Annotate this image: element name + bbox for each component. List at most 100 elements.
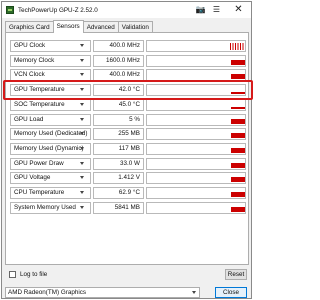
sensor-graph	[146, 98, 246, 111]
camera-icon[interactable]: 📷	[194, 4, 207, 16]
sensor-name-dropdown[interactable]: VCN Clock	[10, 69, 91, 82]
sensor-name-dropdown[interactable]: CPU Temperature	[10, 187, 91, 199]
sensor-row: System Memory Used 5841 MB	[10, 201, 246, 214]
graph-fill	[231, 133, 245, 139]
chevron-down-icon	[80, 191, 84, 194]
graph-fill	[231, 59, 245, 65]
gpu-select[interactable]: AMD Radeon(TM) Graphics	[5, 287, 200, 298]
chevron-down-icon	[80, 102, 84, 106]
gpu-z-window: TechPowerUp GPU-Z 2.52.0 📷 ☰ ✕ Graphics …	[1, 1, 253, 299]
sensor-graph	[146, 40, 246, 52]
sensor-row: Memory Used (Dynamic) 117 MB	[10, 142, 246, 155]
sensor-graph	[146, 84, 246, 97]
sensor-name-dropdown[interactable]: SOC Temperature	[10, 98, 91, 111]
sensor-value: 400.0 MHz	[93, 40, 144, 52]
chevron-down-icon	[80, 176, 84, 180]
gpu-select-value: AMD Radeon(TM) Graphics	[8, 289, 87, 296]
log-to-file-label: Log to file	[20, 271, 48, 278]
graph-fill	[231, 206, 245, 212]
footer: AMD Radeon(TM) Graphics Close	[5, 287, 249, 298]
graph-fill	[231, 74, 245, 80]
chevron-down-icon	[80, 58, 84, 62]
sensor-name: Memory Used (Dedicated)	[14, 130, 88, 138]
title-bar: TechPowerUp GPU-Z 2.52.0 📷 ☰ ✕	[2, 2, 251, 18]
hamburger-icon[interactable]: ☰	[210, 4, 223, 16]
sensor-value: 5841 MB	[93, 201, 144, 214]
sensor-name-dropdown[interactable]: GPU Voltage	[10, 172, 91, 185]
chevron-down-icon	[80, 161, 84, 165]
sensor-name: Memory Used (Dynamic)	[14, 144, 84, 152]
graph-fill	[231, 92, 245, 95]
graph-fill	[231, 177, 245, 183]
graph-fill	[231, 147, 245, 153]
sensor-graph	[146, 172, 246, 185]
sensor-row: GPU Voltage 1.412 V	[10, 172, 246, 185]
sensor-row: Memory Clock 1600.0 MHz	[10, 54, 246, 67]
sensor-graph	[146, 157, 246, 170]
window-title: TechPowerUp GPU-Z 2.52.0	[18, 7, 98, 14]
sensor-name-dropdown[interactable]: GPU Clock	[10, 40, 91, 52]
sensor-name-dropdown[interactable]: Memory Used (Dynamic)	[10, 142, 91, 155]
sensor-name-dropdown[interactable]: GPU Load	[10, 113, 91, 126]
chevron-down-icon	[80, 44, 84, 47]
sensor-row: SOC Temperature 45.0 °C	[10, 98, 246, 111]
sensor-value: 117 MB	[93, 142, 144, 155]
sensor-graph	[146, 128, 246, 141]
sensor-value: 1.412 V	[93, 172, 144, 185]
sensor-value: 1600.0 MHz	[93, 54, 144, 67]
chevron-down-icon	[80, 146, 84, 150]
graph-fill	[231, 162, 245, 168]
chevron-down-icon	[80, 88, 84, 92]
sensor-name: SOC Temperature	[14, 100, 65, 108]
sensor-value: 45.0 °C	[93, 98, 144, 111]
sensor-graph	[146, 187, 246, 199]
bottom-bar: Log to file Reset	[5, 269, 249, 281]
sensor-name: VCN Clock	[14, 71, 45, 79]
tab-sensors[interactable]: Sensors	[52, 20, 84, 33]
sensor-row: GPU Power Draw 33.0 W	[10, 157, 246, 170]
sensor-graph	[146, 201, 246, 214]
graph-fill	[231, 192, 245, 197]
sensor-value: 255 MB	[93, 128, 144, 141]
sensor-name: GPU Clock	[14, 42, 46, 49]
graph-fill	[231, 118, 245, 124]
sensor-name: Memory Clock	[14, 56, 55, 64]
sensor-row: GPU Clock 400.0 MHz	[10, 40, 246, 52]
sensor-value: 62.9 °C	[93, 187, 144, 199]
chevron-down-icon	[80, 205, 84, 209]
sensor-name: CPU Temperature	[14, 189, 65, 196]
sensor-value: 33.0 W	[93, 157, 144, 170]
sensor-value: 5 %	[93, 113, 144, 126]
close-icon[interactable]: ✕	[232, 4, 245, 16]
chevron-down-icon	[80, 73, 84, 77]
sensors-panel: GPU Clock 400.0 MHz Memory Clock 1600.0 MHz…	[5, 32, 249, 265]
sensor-graph	[146, 113, 246, 126]
sensor-graph	[146, 142, 246, 155]
sensor-name-dropdown[interactable]: GPU Temperature	[10, 84, 91, 97]
sensor-row: GPU Temperature 42.0 °C	[10, 84, 246, 97]
graph-fill	[231, 106, 245, 109]
sensor-row: Memory Used (Dedicated) 255 MB	[10, 128, 246, 141]
chevron-down-icon	[80, 132, 84, 136]
sensor-name: GPU Power Draw	[14, 159, 64, 167]
gpu-z-icon	[6, 6, 14, 14]
sensor-row: CPU Temperature 62.9 °C	[10, 187, 246, 199]
sensor-value: 42.0 °C	[93, 84, 144, 97]
sensor-graph	[146, 54, 246, 67]
sensor-name: System Memory Used	[14, 203, 76, 211]
sensor-name-dropdown[interactable]: Memory Clock	[10, 54, 91, 67]
sensor-name-dropdown[interactable]: GPU Power Draw	[10, 157, 91, 170]
chevron-down-icon	[80, 117, 84, 121]
sensor-graph	[146, 69, 246, 82]
graph-bars	[230, 43, 244, 50]
sensor-name-dropdown[interactable]: Memory Used (Dedicated)	[10, 128, 91, 141]
close-button[interactable]: Close	[215, 287, 247, 298]
log-to-file-checkbox[interactable]	[9, 271, 16, 278]
reset-button[interactable]: Reset	[225, 269, 247, 280]
sensor-row: GPU Load 5 %	[10, 113, 246, 126]
sensor-name: GPU Temperature	[14, 86, 65, 94]
sensor-row: VCN Clock 400.0 MHz	[10, 69, 246, 82]
sensor-name: GPU Voltage	[14, 174, 51, 182]
sensor-name-dropdown[interactable]: System Memory Used	[10, 201, 91, 214]
chevron-down-icon	[192, 291, 196, 294]
